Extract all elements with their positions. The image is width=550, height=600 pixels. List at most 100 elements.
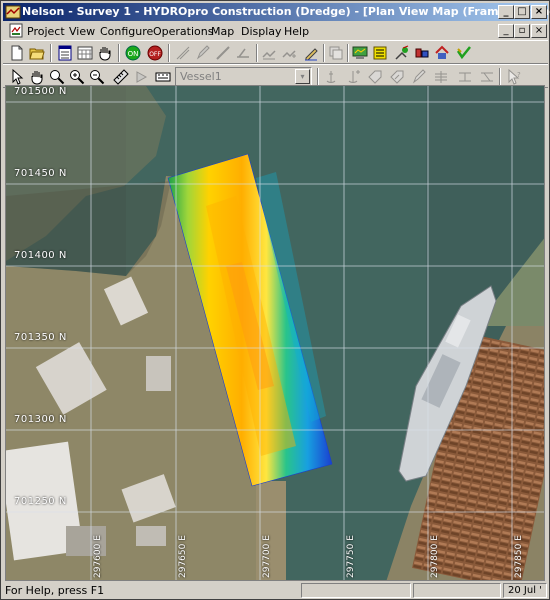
report-icon [373, 46, 387, 60]
level-alt-icon [481, 72, 493, 82]
level-tool-1[interactable] [455, 67, 475, 87]
minimize-button[interactable]: _ [498, 5, 514, 19]
aerial-map-canvas [6, 86, 544, 580]
chart-icon [352, 46, 368, 59]
draw-button[interactable] [301, 43, 321, 63]
zoom-button[interactable] [47, 67, 67, 87]
northing-label: 701400 N [14, 250, 67, 261]
properties-button[interactable] [55, 43, 75, 63]
menu-display[interactable]: Display [241, 24, 282, 39]
anchor-tool-2[interactable] [343, 67, 363, 87]
play-button[interactable] [131, 67, 151, 87]
zoom-out-icon [90, 70, 105, 85]
home-button[interactable] [432, 43, 452, 63]
track-button[interactable] [153, 67, 173, 87]
tag-tool-1[interactable] [365, 67, 385, 87]
menu-map[interactable]: Map [211, 24, 234, 39]
vessel-select-value: Vessel1 [180, 70, 222, 83]
chevron-down-icon[interactable]: ▾ [295, 69, 310, 84]
maximize-button[interactable]: □ [514, 5, 530, 19]
easting-label: 297850 E [514, 535, 524, 578]
menu-configure[interactable]: Configure [100, 24, 153, 39]
hand-pan-icon [31, 71, 43, 85]
zoom-in-icon [70, 70, 85, 85]
ruler-icon [113, 69, 129, 85]
mdi-minimize-button[interactable]: _ [498, 24, 514, 38]
vessel-icon [415, 48, 429, 58]
svg-text:ON: ON [128, 50, 139, 58]
status-help-text: For Help, press F1 [5, 584, 105, 597]
northing-label: 701350 N [14, 332, 67, 343]
menu-help[interactable]: Help [284, 24, 309, 39]
disabled-tool-7[interactable] [326, 43, 346, 63]
report-button[interactable] [370, 43, 390, 63]
easting-label: 297800 E [430, 535, 440, 578]
document-icon[interactable] [9, 23, 23, 38]
northing-label: 701450 N [14, 168, 67, 179]
easting-label: 297650 E [178, 535, 188, 578]
menu-view[interactable]: View [69, 24, 95, 39]
vessel-button[interactable] [412, 43, 432, 63]
calendar-button[interactable] [75, 43, 95, 63]
tag-tool-3[interactable] [409, 67, 429, 87]
offline-button[interactable]: OFF [145, 43, 165, 63]
online-icon: ON [125, 45, 141, 61]
calendar-icon [77, 46, 93, 60]
measure-button[interactable] [111, 67, 131, 87]
home-icon [435, 45, 449, 59]
easting-label: 297600 E [93, 535, 103, 578]
tag-tool-2[interactable] [387, 67, 407, 87]
pan-map-button[interactable] [27, 67, 47, 87]
main-toolbar: ON OFF [3, 40, 548, 64]
mdi-close-button[interactable]: × [531, 24, 547, 38]
level-tool-2[interactable] [477, 67, 497, 87]
offline-icon: OFF [147, 45, 163, 61]
open-folder-icon [29, 48, 45, 60]
zoom-out-button[interactable] [87, 67, 107, 87]
application-window: Nelson - Survey 1 - HYDROpro Constructio… [0, 0, 550, 600]
flag-button[interactable] [454, 43, 474, 63]
anchor-tool-1[interactable] [321, 67, 341, 87]
open-button[interactable] [27, 43, 47, 63]
dig-button[interactable] [392, 43, 412, 63]
close-button[interactable]: × [531, 5, 547, 19]
zoom-icon [50, 70, 65, 85]
pencil-icon [196, 45, 210, 60]
layer-tool-1[interactable] [431, 67, 451, 87]
vessel-route-icon [262, 50, 276, 60]
vessel-select[interactable]: Vessel1 ▾ [175, 67, 312, 86]
anchor-add-icon [348, 70, 360, 83]
northing-label: 701300 N [14, 414, 67, 425]
status-date: 20 Jul ' [508, 585, 542, 596]
help-tool[interactable]: ? [503, 67, 523, 87]
online-button[interactable]: ON [123, 43, 143, 63]
chart-button[interactable] [350, 43, 370, 63]
select-button[interactable] [7, 67, 27, 87]
plan-view-map[interactable]: 701500 N 701450 N 701400 N 701350 N 7013… [5, 85, 545, 581]
pan-button[interactable] [95, 43, 115, 63]
grid-icon [176, 46, 190, 60]
pen-icon [412, 69, 426, 84]
draw-icon [305, 48, 318, 61]
anchor-icon [326, 71, 336, 83]
help-pointer-icon: ? [508, 69, 521, 85]
disabled-tool-4[interactable] [233, 43, 253, 63]
dredge-icon [395, 45, 409, 60]
zoom-in-button[interactable] [67, 67, 87, 87]
disabled-tool-3[interactable] [213, 43, 233, 63]
menu-project[interactable]: Project [27, 24, 65, 39]
disabled-tool-2[interactable] [193, 43, 213, 63]
title-bar[interactable]: Nelson - Survey 1 - HYDROpro Constructio… [3, 3, 550, 21]
easting-label: 297750 E [346, 535, 356, 578]
mdi-restore-button[interactable]: ▫ [514, 24, 530, 38]
disabled-tool-5[interactable] [259, 43, 279, 63]
track-icon [155, 72, 171, 82]
svg-text:OFF: OFF [149, 51, 161, 58]
menu-bar: Project View Configure Operations Map Di… [3, 22, 548, 40]
play-icon [136, 71, 148, 83]
menu-operations[interactable]: Operations [153, 24, 213, 39]
disabled-tool-6[interactable] [279, 43, 299, 63]
layers-icon [435, 71, 447, 83]
new-button[interactable] [7, 43, 27, 63]
disabled-tool-1[interactable] [173, 43, 193, 63]
